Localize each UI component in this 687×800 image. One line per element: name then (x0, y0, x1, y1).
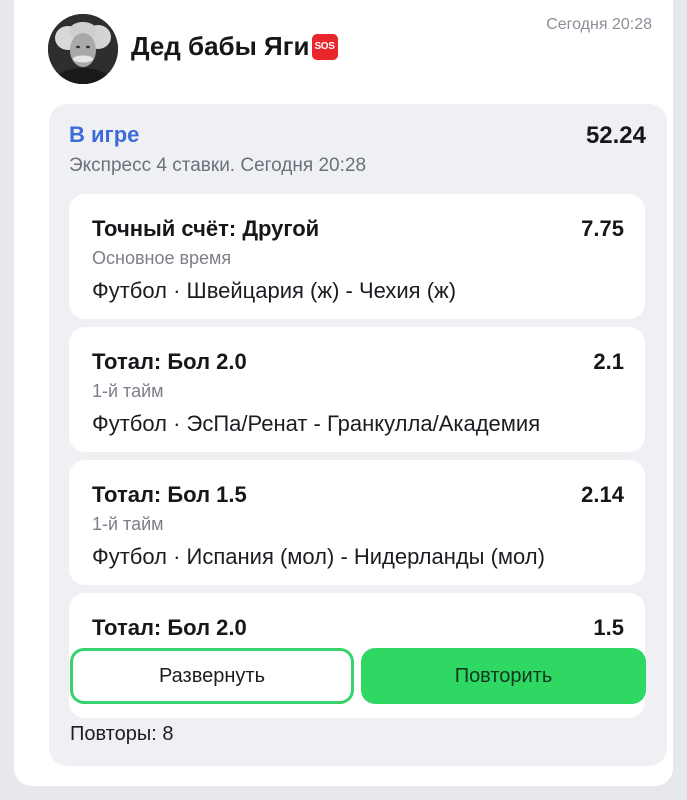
event-market: Тотал: Бол 2.0 (92, 349, 247, 374)
post-author[interactable]: Дед бабы Яги SOS (131, 31, 338, 62)
bet-subtitle: Экспресс 4 ставки. Сегодня 20:28 (69, 155, 367, 176)
avatar[interactable] (48, 14, 118, 84)
event-item: Тотал: Бол 1.5 2.14 1-й тайм Футбол · Ис… (69, 460, 645, 585)
event-market: Тотал: Бол 2.0 (92, 615, 247, 640)
event-period: 1-й тайм (92, 381, 164, 401)
event-market: Точный счёт: Другой (92, 216, 320, 241)
event-period: Основное время (92, 248, 232, 268)
event-odds: 2.14 (581, 482, 624, 507)
sos-badge-icon: SOS (311, 33, 338, 60)
bet-card: В игре 52.24 Экспресс 4 ставки. Сегодня … (49, 104, 667, 766)
message-post: Дед бабы Яги SOS Сегодня 20:28 В игре 52… (14, 0, 673, 786)
event-odds: 2.1 (593, 349, 624, 374)
event-odds: 1.5 (593, 615, 624, 640)
avatar-photo (48, 14, 118, 84)
event-market: Тотал: Бол 1.5 (92, 482, 247, 507)
event-match: Футбол · Швейцария (ж) - Чехия (ж) (92, 278, 457, 303)
repeat-button[interactable]: Повторить (361, 648, 646, 704)
bet-status: В игре (69, 122, 140, 147)
total-odds: 52.24 (585, 122, 646, 149)
event-item: Тотал: Бол 2.0 2.1 1-й тайм Футбол · ЭсП… (69, 327, 645, 452)
expand-button[interactable]: Развернуть (70, 648, 354, 704)
author-name: Дед бабы Яги (131, 31, 310, 61)
event-match: Футбол · ЭсПа/Ренат - Гранкулла/Академия (92, 411, 541, 436)
event-match: Футбол · Испания (мол) - Нидерланды (мол… (92, 544, 545, 569)
event-odds: 7.75 (581, 216, 624, 241)
repeats-count: Повторы: 8 (70, 723, 174, 745)
event-period: 1-й тайм (92, 514, 164, 534)
post-timestamp: Сегодня 20:28 (546, 16, 652, 33)
event-item: Точный счёт: Другой 7.75 Основное время … (69, 194, 645, 319)
